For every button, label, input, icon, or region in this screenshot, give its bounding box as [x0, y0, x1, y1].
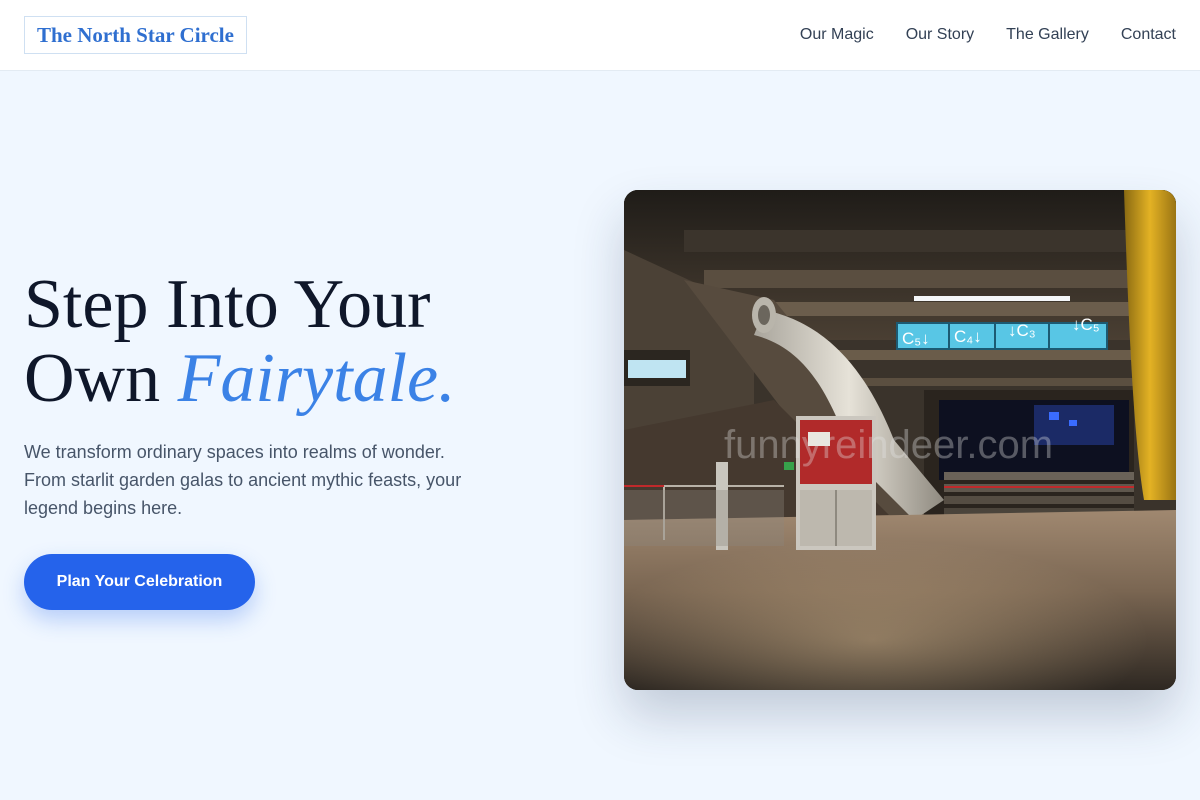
hero-image: C₅↓ C₄↓ ↓C₃ ↓C₅ funnyreindeer.com — [624, 190, 1176, 690]
parking-garage-photo: C₅↓ C₄↓ ↓C₃ ↓C₅ funnyreindeer.com — [624, 190, 1176, 690]
sign-c4: C₄↓ — [954, 327, 982, 346]
sign-c5-right: ↓C₅ — [1072, 315, 1100, 334]
watermark: funnyreindeer.com — [724, 423, 1053, 467]
site-header: The North Star Circle Our Magic Our Stor… — [0, 0, 1200, 71]
sign-c5: C₅↓ — [902, 329, 930, 348]
sign-c3: ↓C₃ — [1008, 321, 1036, 340]
hero-title-line1: Step Into Your — [24, 266, 431, 343]
hero-subtitle: We transform ordinary spaces into realms… — [24, 442, 462, 518]
plan-celebration-button[interactable]: Plan Your Celebration — [24, 554, 255, 610]
nav-link-our-magic[interactable]: Our Magic — [800, 26, 874, 44]
nav-link-our-story[interactable]: Our Story — [906, 26, 974, 44]
site-logo[interactable]: The North Star Circle — [24, 16, 247, 54]
main-nav: Our Magic Our Story The Gallery Contact — [800, 0, 1176, 70]
nav-link-the-gallery[interactable]: The Gallery — [1006, 26, 1089, 44]
hero-title-line2: Own — [24, 340, 178, 417]
hero-title: Step Into Your Own Fairytale. — [24, 268, 456, 416]
hero-title-accent: Fairytale. — [177, 340, 456, 417]
nav-link-contact[interactable]: Contact — [1121, 26, 1176, 44]
